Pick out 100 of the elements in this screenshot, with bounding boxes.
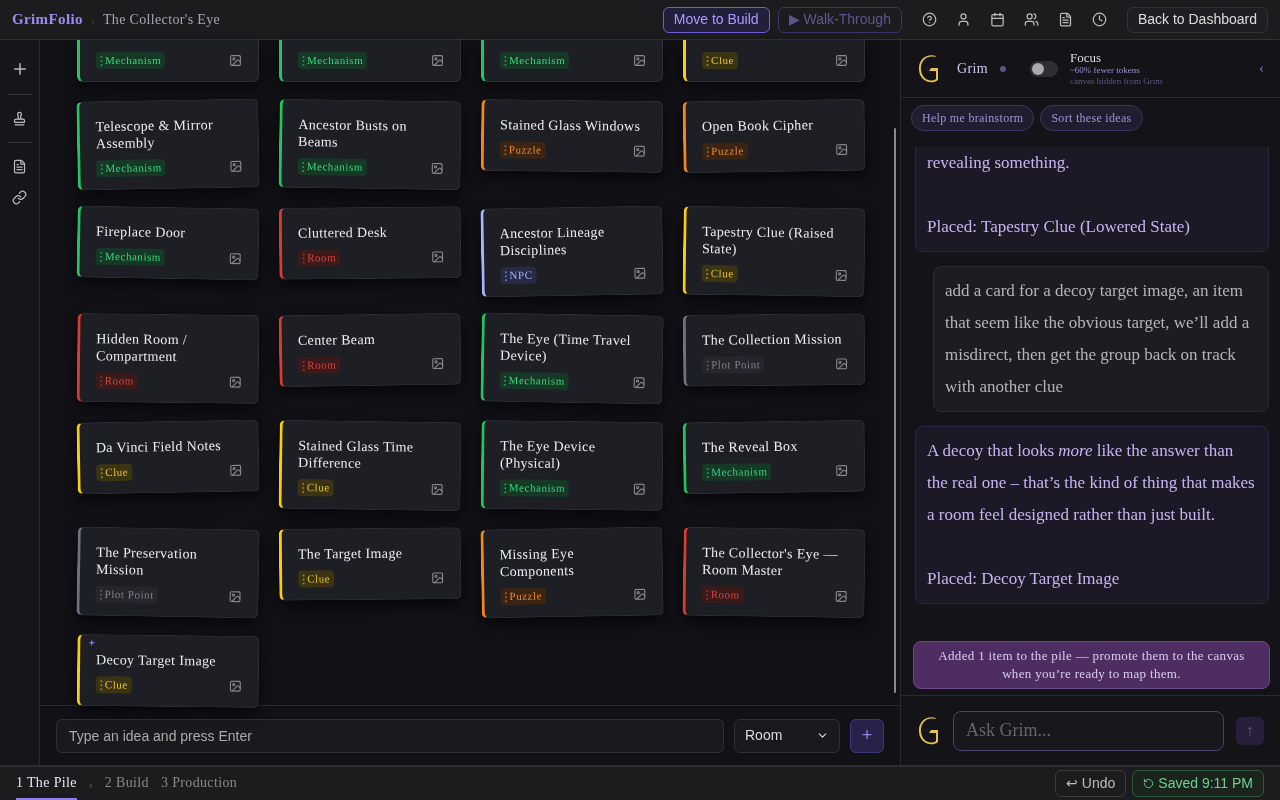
undo-button[interactable]: ↩ Undo <box>1054 770 1127 797</box>
users-icon[interactable] <box>1023 12 1039 27</box>
idea-card[interactable]: Stained Glass Time Difference Clue <box>278 419 462 512</box>
idea-card[interactable]: Clue <box>683 40 865 82</box>
suggestion-chip[interactable]: Sort these ideas <box>1040 104 1143 131</box>
image-icon[interactable] <box>431 54 444 67</box>
stamp-icon[interactable] <box>12 111 27 126</box>
suggestion-chip[interactable]: Help me brainstorm <box>911 104 1035 131</box>
image-icon[interactable] <box>431 250 445 264</box>
document-icon[interactable] <box>1057 12 1073 27</box>
idea-card[interactable]: Hidden Room / Compartment Room <box>76 313 260 404</box>
image-icon[interactable] <box>835 357 849 371</box>
idea-card[interactable]: Telescope & Mirror Assembly Mechanism <box>76 98 260 191</box>
category-tag: Room <box>701 586 744 604</box>
category-tag: Mechanism <box>298 52 368 69</box>
image-icon[interactable] <box>228 590 242 604</box>
idea-card[interactable]: Tapestry Clue (Raised State) Clue <box>682 205 866 298</box>
category-tag: Plot Point <box>702 356 765 374</box>
image-icon[interactable] <box>632 144 646 158</box>
idea-card[interactable]: Mechanism <box>481 40 663 82</box>
image-icon[interactable] <box>835 463 849 478</box>
image-icon[interactable] <box>834 589 848 604</box>
image-icon[interactable] <box>835 142 849 157</box>
ask-input[interactable]: Ask Grim... <box>953 710 1224 751</box>
move-to-build-button[interactable]: Move to Build <box>662 6 770 33</box>
image-icon[interactable] <box>228 252 242 266</box>
user-icon[interactable] <box>955 12 971 27</box>
grip-icon <box>503 143 507 156</box>
link-icon[interactable] <box>12 190 27 205</box>
idea-card[interactable]: Ancestor Busts on Beams Mechanism <box>278 98 462 191</box>
idea-card[interactable]: The Collection Mission Plot Point <box>682 313 866 387</box>
category-tag: Puzzle <box>499 141 546 159</box>
idea-card[interactable]: The Eye Device (Physical) Mechanism <box>480 420 664 511</box>
app-logo[interactable]: GrimFolio <box>12 8 83 31</box>
back-to-dashboard-button[interactable]: Back to Dashboard <box>1126 6 1268 33</box>
grim-logo <box>917 53 941 84</box>
idea-card[interactable]: Mechanism <box>77 40 259 82</box>
image-icon[interactable] <box>633 266 647 280</box>
category-tag: Mechanism <box>95 247 166 266</box>
idea-card[interactable]: Ancestor Lineage Disciplines NPC <box>480 205 664 298</box>
idea-card[interactable]: The Eye (Time Travel Device) Mechanism <box>480 312 664 405</box>
scrollbar-thumb[interactable] <box>894 128 896 693</box>
add-idea-button[interactable]: + <box>850 718 884 753</box>
idea-card[interactable]: Mechanism <box>279 40 461 82</box>
calendar-icon[interactable] <box>989 12 1005 27</box>
idea-card[interactable]: The Reveal Box Mechanism <box>682 419 866 495</box>
image-icon[interactable] <box>431 571 445 585</box>
image-icon[interactable] <box>229 463 243 477</box>
idea-card[interactable]: Stained Glass Windows Puzzle <box>480 99 664 173</box>
card-title: Open Book Cipher <box>701 116 815 135</box>
idea-card[interactable]: The Preservation Mission Plot Point <box>76 526 260 619</box>
image-icon[interactable] <box>430 482 444 497</box>
image-icon[interactable] <box>228 679 242 693</box>
idea-card[interactable]: Decoy Target Image Clue <box>76 634 260 708</box>
toast-notification: Added 1 item to the pile — promote them to the canvas when you’re ready to map them. <box>913 641 1270 689</box>
step-tab[interactable]: 2 Build <box>104 767 149 800</box>
image-icon[interactable] <box>229 159 243 173</box>
card-title: The Target Image <box>297 544 404 563</box>
image-icon[interactable] <box>834 268 848 283</box>
image-icon[interactable] <box>430 161 444 176</box>
idea-input[interactable]: Type an idea and press Enter <box>56 718 724 753</box>
image-icon[interactable] <box>229 54 242 67</box>
step-tab[interactable]: 3 Production <box>160 767 238 800</box>
card-title: Center Beam <box>297 330 377 349</box>
idea-card[interactable]: The Target Image Clue <box>278 527 462 601</box>
category-tag: Room <box>298 356 341 374</box>
category-tag: Clue <box>95 676 132 694</box>
idea-card[interactable]: Open Book Cipher Puzzle <box>682 98 866 174</box>
card-title: Telescope & Mirror Assembly <box>95 116 215 153</box>
image-icon[interactable] <box>228 375 242 389</box>
idea-card[interactable]: Center Beam Room <box>278 312 462 388</box>
grip-icon <box>100 466 104 479</box>
card-title: Ancestor Busts on Beams <box>297 116 408 152</box>
image-icon[interactable] <box>431 356 445 371</box>
document-icon[interactable] <box>12 159 27 174</box>
clock-icon[interactable] <box>1091 12 1107 27</box>
help-icon[interactable] <box>921 12 937 27</box>
idea-card[interactable]: Cluttered Desk Room <box>278 206 462 280</box>
image-icon[interactable] <box>633 54 646 67</box>
image-icon[interactable] <box>633 587 647 601</box>
idea-card[interactable]: Fireplace Door Mechanism <box>76 205 260 281</box>
image-icon[interactable] <box>632 482 646 496</box>
idea-card[interactable]: The Collector's Eye — Room Master Room <box>682 526 866 619</box>
image-icon[interactable] <box>632 376 646 390</box>
grip-icon <box>504 590 508 603</box>
step-separator: › <box>88 775 93 793</box>
idea-card[interactable]: Missing Eye Components Puzzle <box>480 526 664 619</box>
category-select[interactable]: Room <box>734 718 840 753</box>
step-tab[interactable]: 1 The Pile <box>16 767 77 800</box>
grip-icon <box>301 160 305 173</box>
collapse-button[interactable]: ‹ <box>1259 57 1264 80</box>
message-text: Placed: Tapestry Clue (Lowered State) <box>927 216 1191 238</box>
image-icon[interactable] <box>835 54 848 67</box>
grip-icon <box>302 54 305 67</box>
idea-card[interactable]: Da Vinci Field Notes Clue <box>76 419 260 495</box>
category-tag: Mechanism <box>499 479 570 497</box>
category-tag: Clue <box>297 479 334 497</box>
focus-toggle[interactable] <box>1029 60 1058 77</box>
save-status: Saved 9:11 PM <box>1132 770 1264 797</box>
message-text: revealing something. <box>927 152 1071 174</box>
